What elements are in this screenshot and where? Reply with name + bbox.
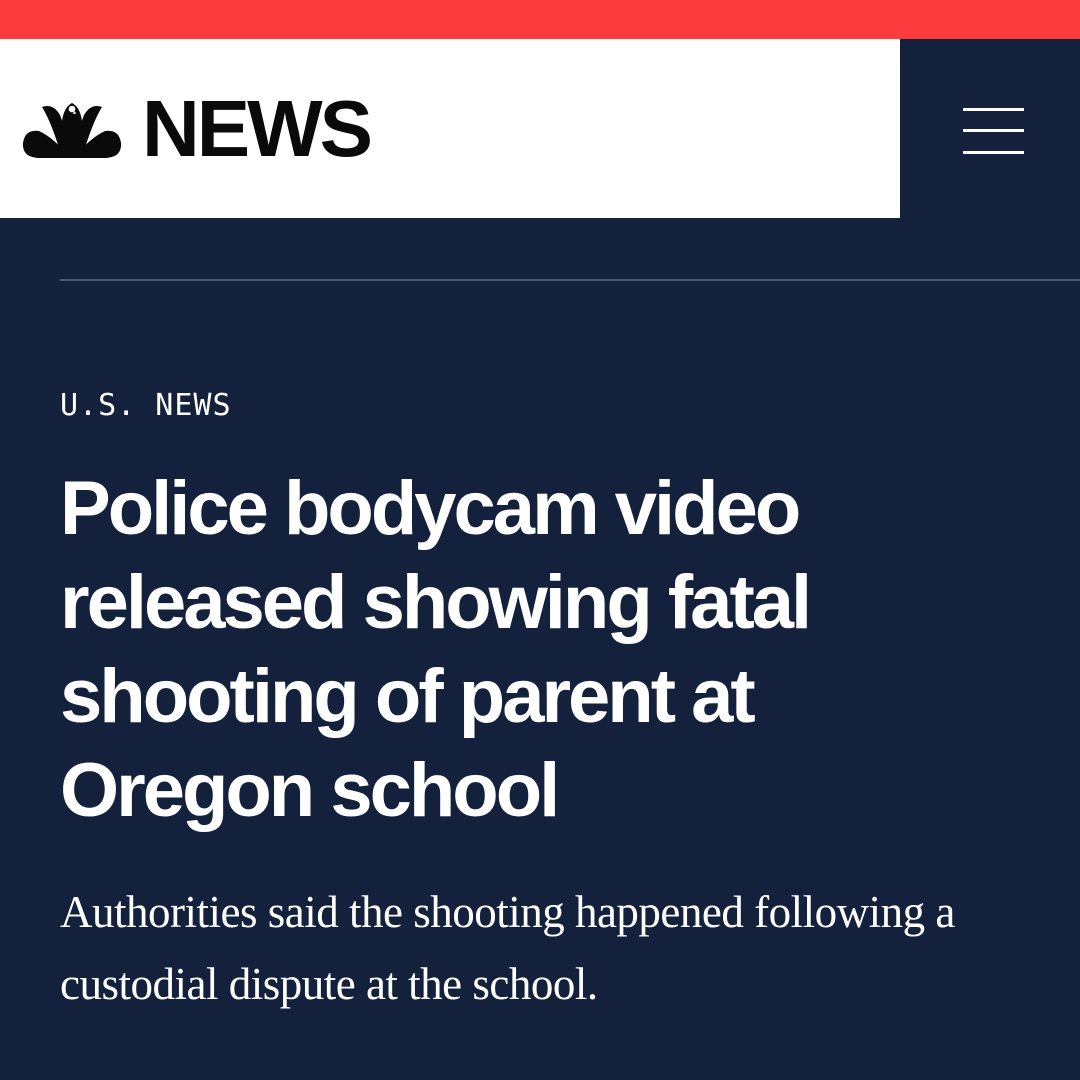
header-divider [60,279,1080,281]
menu-line-bottom [963,151,1024,154]
header-logo-bar: NEWS [0,39,900,218]
menu-line-top [963,108,1024,111]
section-label-link[interactable]: U.S. NEWS [60,388,232,424]
top-accent-bar [0,0,1080,39]
menu-line-middle [963,129,1024,132]
nbc-news-logo-link[interactable]: NEWS [22,83,373,173]
page: NEWS U.S. NEWS Police bodycam video rele… [0,0,1080,1080]
hamburger-menu-icon[interactable] [963,108,1024,154]
logo-wordmark: NEWS [142,83,373,173]
article-headline: Police bodycam video released showing fa… [60,466,812,833]
nbc-peacock-icon [22,102,122,158]
article-dek: Authorities said the shooting happened f… [60,887,955,1009]
